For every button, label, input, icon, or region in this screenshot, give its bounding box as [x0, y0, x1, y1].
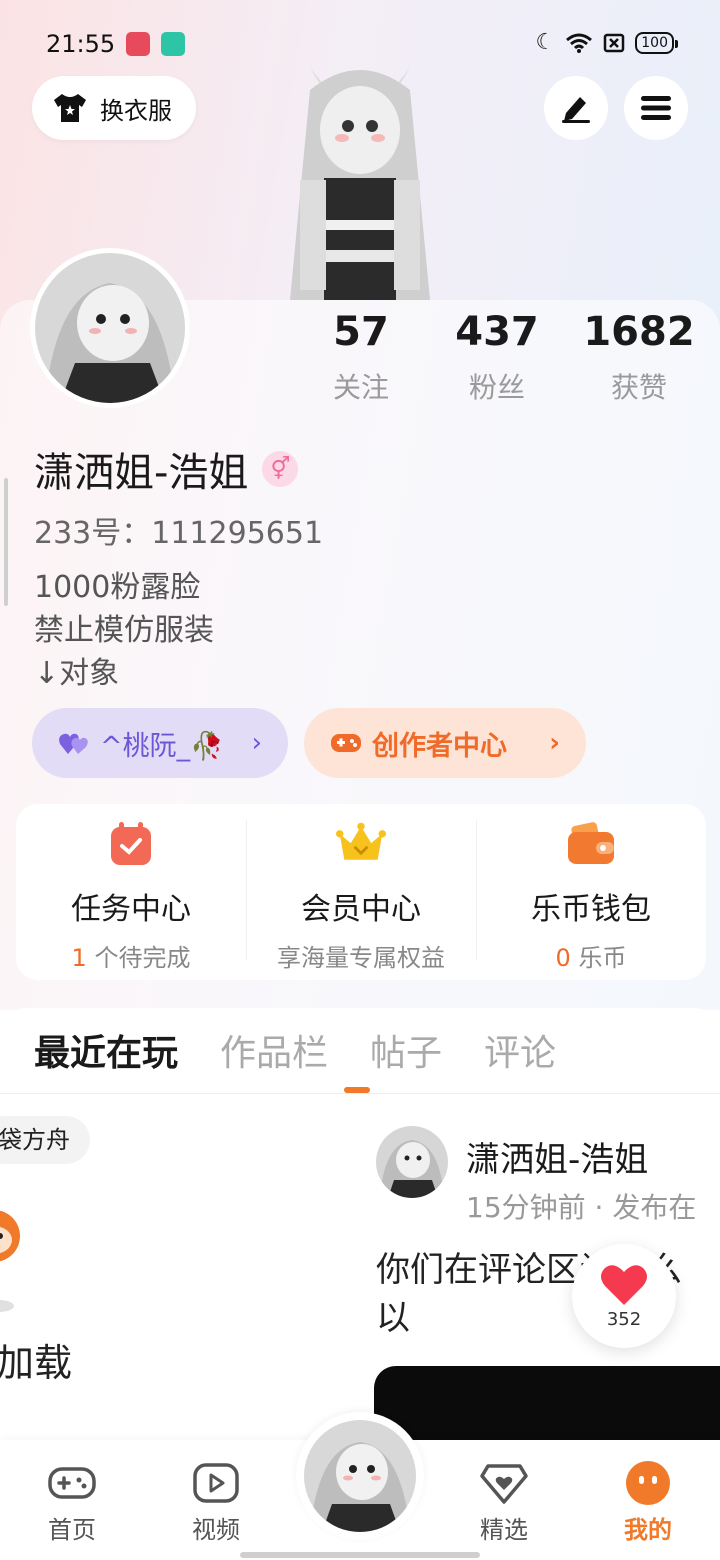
change-outfit-button[interactable]: 换衣服: [32, 76, 196, 140]
nav-me-label: 我的: [624, 1516, 672, 1544]
tab-comments[interactable]: 评论: [484, 1024, 556, 1080]
member-center-sub: 享海量专属权益: [277, 944, 445, 972]
face-icon: [622, 1460, 674, 1506]
wallet-icon: [566, 820, 616, 868]
followers-stat[interactable]: 437 粉丝: [422, 306, 572, 406]
likes-label: 获赞: [610, 371, 667, 404]
post-author-avatar[interactable]: [376, 1126, 448, 1198]
profile-tabs: 最近在玩 作品栏 帖子 评论: [34, 1024, 556, 1080]
following-count: 57: [333, 309, 389, 355]
task-center-title: 任务中心: [71, 892, 191, 927]
shirt-icon: [54, 94, 86, 122]
divider: [0, 1093, 720, 1094]
bio-line: 1000粉露脸: [34, 570, 201, 605]
chevron-right-icon: ›: [251, 728, 262, 758]
likes-count: 1682: [583, 309, 695, 355]
mascot-icon: [0, 1210, 20, 1262]
bio-line: ↓对象: [34, 656, 120, 691]
member-center-title: 会员中心: [301, 892, 421, 927]
task-sub-text: 个待完成: [86, 944, 191, 972]
wallet-title: 乐币钱包: [531, 892, 651, 927]
moon-icon: ☾: [535, 30, 556, 55]
relationship-chip[interactable]: ^桃阮_🥀 ›: [32, 708, 288, 778]
post-author-name[interactable]: 潇洒姐-浩姐: [466, 1132, 648, 1181]
profile-avatar[interactable]: [30, 248, 190, 408]
likes-stat[interactable]: 1682 获赞: [564, 306, 714, 406]
nav-featured-label: 精选: [480, 1516, 528, 1544]
status-icons: ☾ 100: [535, 30, 678, 55]
post-media[interactable]: [374, 1366, 720, 1448]
bio-line: 禁止模仿服装: [34, 613, 214, 648]
wifi-icon: [566, 33, 593, 53]
task-count: 1: [71, 944, 87, 972]
gender-icon: ⚥: [262, 451, 299, 487]
post-meta: 15分钟前 · 发布在: [466, 1191, 697, 1224]
followers-label: 粉丝: [468, 371, 525, 404]
hamburger-icon: [641, 96, 671, 120]
home-indicator: [240, 1552, 480, 1558]
wallet-sub: 0 乐币: [556, 938, 627, 973]
following-label: 关注: [332, 371, 389, 404]
game-name-chip[interactable]: 袋方舟: [0, 1116, 90, 1164]
tab-works[interactable]: 作品栏: [220, 1024, 328, 1080]
wallet-unit: 乐币: [570, 944, 627, 972]
menu-button[interactable]: [624, 76, 688, 140]
chevron-right-icon: ›: [549, 728, 560, 758]
services-panel: 任务中心 1 个待完成 会员中心 享海量专属权益 乐币钱包 0 乐币: [16, 804, 706, 980]
bio: 1000粉露脸 禁止模仿服装 ↓对象: [34, 566, 214, 695]
pencil-icon: [562, 97, 590, 123]
nav-me[interactable]: 我的: [598, 1460, 698, 1545]
change-outfit-label: 换衣服: [100, 96, 172, 125]
followers-count: 437: [455, 309, 539, 355]
tab-posts[interactable]: 帖子: [370, 1024, 442, 1080]
like-count: 352: [606, 1308, 642, 1330]
tab-recently-played[interactable]: 最近在玩: [34, 1024, 178, 1080]
like-button[interactable]: 352: [572, 1244, 676, 1348]
relationship-label: ^桃阮_🥀: [100, 730, 224, 762]
notification-app-icon: [161, 32, 185, 56]
scroll-indicator: [4, 478, 8, 606]
wallet-button[interactable]: 乐币钱包 0 乐币: [476, 804, 706, 980]
task-center-button[interactable]: 任务中心 1 个待完成: [16, 804, 246, 980]
nav-video-label: 视频: [192, 1516, 240, 1544]
creator-center-chip[interactable]: 创作者中心 ›: [304, 708, 586, 778]
user-id[interactable]: 233号：111295651: [34, 508, 323, 552]
heart-diamond-icon: [478, 1460, 530, 1506]
wallet-balance: 0: [555, 944, 571, 972]
calendar-check-icon: [106, 820, 156, 868]
battery-indicator: 100: [635, 31, 678, 54]
gamepad-icon: [331, 734, 361, 752]
username-row: 潇洒姐-浩姐 ⚥: [34, 440, 299, 498]
double-heart-icon: [59, 733, 88, 754]
creator-center-label: 创作者中心: [372, 730, 507, 762]
heart-icon: [601, 1264, 647, 1305]
username: 潇洒姐-浩姐: [34, 450, 249, 496]
member-center-button[interactable]: 会员中心 享海量专属权益: [246, 804, 476, 980]
following-stat[interactable]: 57 关注: [286, 306, 436, 406]
edit-button[interactable]: [544, 76, 608, 140]
status-time: 21:55: [46, 30, 116, 58]
avatar-figure[interactable]: [280, 60, 440, 300]
nav-home-label: 首页: [48, 1516, 96, 1544]
nav-featured[interactable]: 精选: [454, 1460, 554, 1545]
nav-home[interactable]: 首页: [22, 1460, 122, 1545]
nav-avatar-center[interactable]: [296, 1412, 424, 1540]
gamepad-icon: [46, 1460, 98, 1506]
sim-off-icon: [604, 33, 625, 52]
play-icon: [190, 1460, 242, 1506]
loading-text: 加载: [0, 1341, 73, 1385]
notification-app-icon: [126, 32, 150, 56]
crown-icon: [336, 820, 386, 868]
nav-video[interactable]: 视频: [166, 1460, 266, 1545]
task-center-sub: 1 个待完成: [72, 938, 191, 973]
